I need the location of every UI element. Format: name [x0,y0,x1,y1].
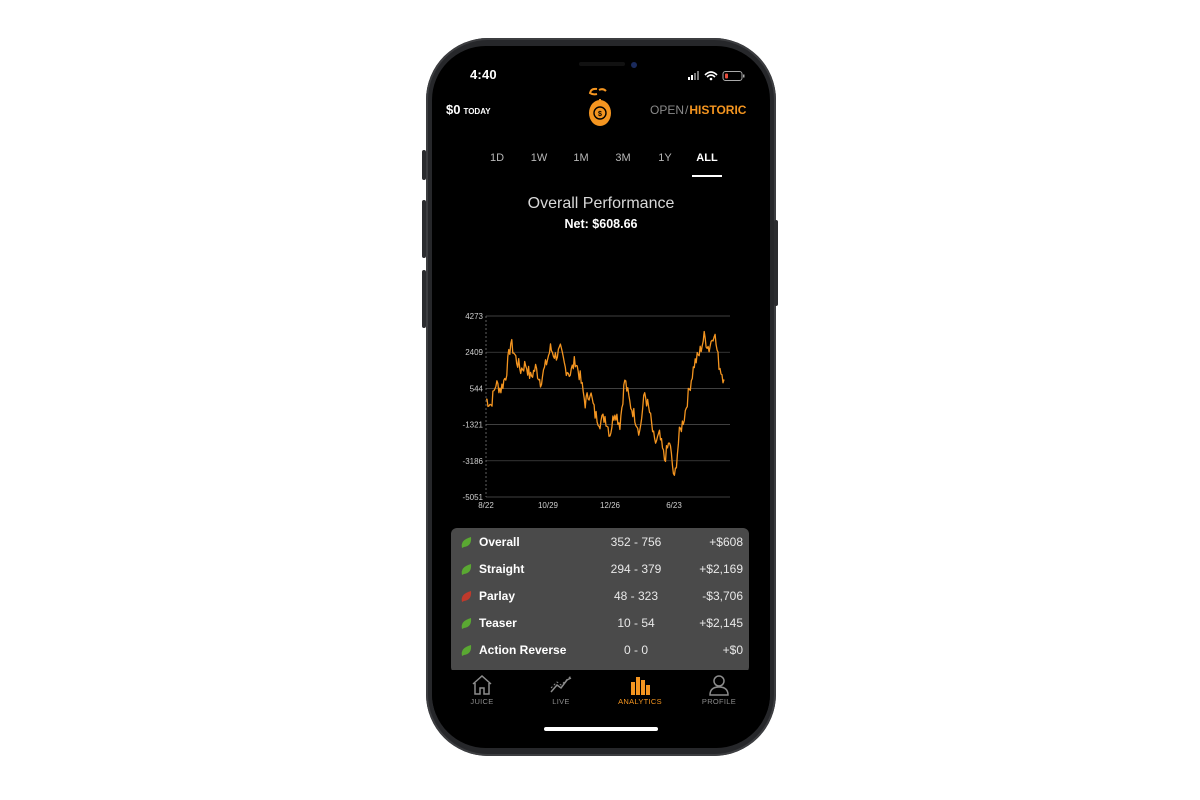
y-tick-label: -3186 [463,457,484,466]
person-icon [709,675,729,696]
toggle-open[interactable]: OPEN [650,103,684,117]
stats-panel: Overall 352 - 756 +$608 Straight 294 - 3… [451,528,749,673]
x-tick-label: 8/22 [478,501,494,510]
nav-label: LIVE [552,697,570,706]
tab-1y[interactable]: 1Y [650,152,680,172]
app-screen: 4:40 $0 TODAY $ OPEN/HISTORIC 1D 1W 1M 3… [432,46,770,748]
stat-record: 48 - 323 [613,589,659,603]
signal-icon [688,71,745,81]
stat-amount: -$3,706 [702,589,743,603]
series-line [485,330,725,476]
stat-amount: +$608 [709,535,743,549]
nav-label: JUICE [470,697,494,706]
performance-net: Net: $608.66 [564,217,638,231]
balance-amount: $0 [446,102,461,117]
stat-row-straight[interactable]: Straight 294 - 379 +$2,169 [451,559,749,581]
toggle-historic[interactable]: HISTORIC [689,103,746,117]
y-tick-label: 2409 [465,348,483,357]
nav-juice[interactable]: JUICE [442,670,522,706]
nav-label: ANALYTICS [618,697,662,706]
stat-label: Parlay [479,589,516,603]
stat-amount: +$2,145 [699,616,743,630]
x-tick-label: 10/29 [538,501,559,510]
volume-up-button [422,200,426,258]
balance-suffix: TODAY [463,107,491,116]
tab-1m[interactable]: 1M [566,152,596,172]
y-tick-label: 4273 [465,312,483,321]
range-tabs: 1D 1W 1M 3M 1Y ALL [482,152,722,177]
y-tick-label: 544 [470,384,484,393]
leaf-icon [461,591,472,602]
power-button [774,220,778,306]
stat-record: 10 - 54 [617,616,655,630]
stat-record: 352 - 756 [610,535,662,549]
y-tick-label: -1321 [463,421,484,430]
open-historic-toggle: OPEN/HISTORIC [650,103,746,117]
front-camera [631,62,637,68]
stat-label: Straight [479,562,525,576]
toggle-separator: / [685,103,689,117]
stat-label: Overall [479,535,520,549]
performance-title: Overall Performance [527,195,675,212]
silent-switch [422,150,426,180]
nav-live[interactable]: LIVE [521,670,601,706]
x-tick-label: 12/26 [600,501,621,510]
tab-1w[interactable]: 1W [524,152,554,172]
status-icons [688,69,748,81]
stat-row-parlay[interactable]: Parlay 48 - 323 -$3,706 [451,586,749,608]
nav-analytics[interactable]: ANALYTICS [600,670,680,706]
stat-record: 0 - 0 [623,643,648,657]
leaf-icon [461,618,472,629]
home-icon [472,674,492,695]
stat-amount: +$2,169 [699,562,743,576]
volume-down-button [422,270,426,328]
stat-record: 294 - 379 [610,562,662,576]
x-tick-label: 6/23 [666,501,682,510]
stat-label: Teaser [479,616,517,630]
stat-row-teaser[interactable]: Teaser 10 - 54 +$2,145 [451,613,749,635]
stat-row-action-reverse[interactable]: Action Reverse 0 - 0 +$0 [451,640,749,662]
stat-amount: +$0 [722,643,743,657]
speaker-grille [579,62,625,66]
tab-1d[interactable]: 1D [482,152,512,172]
home-indicator[interactable] [544,727,658,731]
leaf-icon [461,564,472,575]
performance-chart[interactable]: 42732409544-1321-3186-50518/22 10/29 12/26… [452,308,752,518]
svg-text:$: $ [598,111,602,118]
nav-profile[interactable]: PROFILE [679,670,759,706]
tab-all[interactable]: ALL [692,152,722,177]
trend-icon [550,675,572,693]
status-time: 4:40 [470,67,497,82]
bottom-nav: JUICE LIVE ANALYTICS PROFILE [432,670,770,714]
today-balance: $0 TODAY [446,102,491,117]
leaf-icon [461,645,472,656]
stat-row-overall[interactable]: Overall 352 - 756 +$608 [451,532,749,554]
juice-logo: $ [584,86,616,128]
nav-label: PROFILE [701,697,737,706]
bar-chart-icon [631,677,650,695]
tab-3m[interactable]: 3M [608,152,638,172]
leaf-icon [461,537,472,548]
stat-label: Action Reverse [479,643,567,657]
